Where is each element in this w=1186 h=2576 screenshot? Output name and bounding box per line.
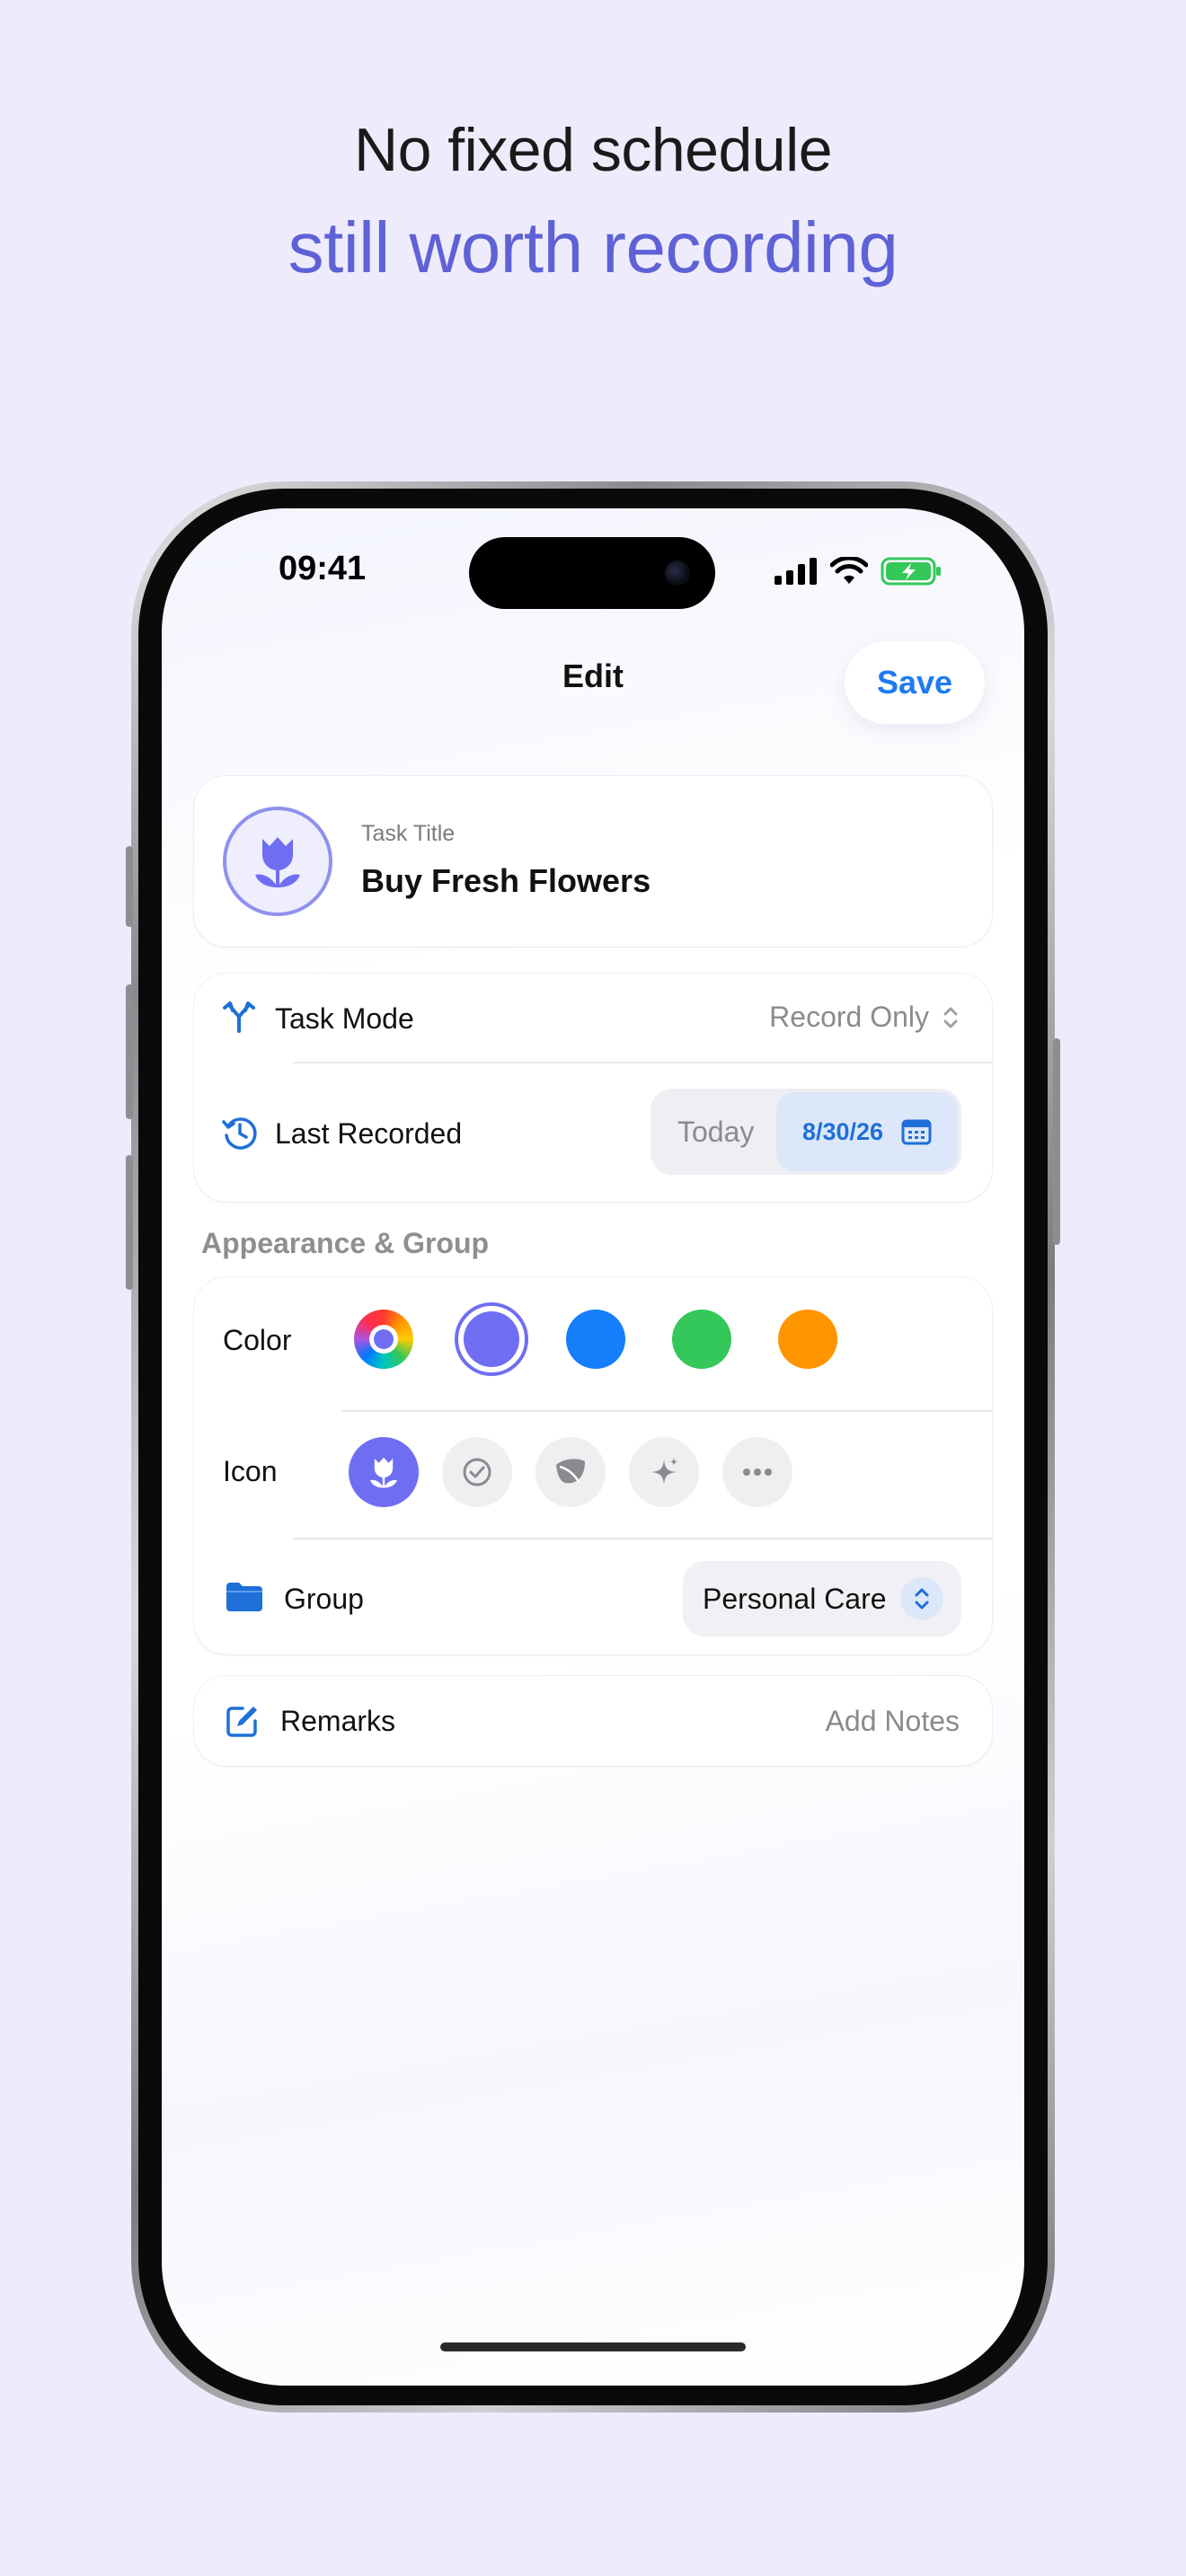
task-mode-card: Task Mode Record Only Last Recorded Toda…: [194, 974, 992, 1202]
remarks-input[interactable]: Add Notes: [826, 1705, 960, 1738]
task-title-label: Task Title: [361, 821, 456, 846]
action-button: [126, 846, 133, 927]
history-icon: [222, 1117, 257, 1150]
tulip-icon[interactable]: [349, 1437, 419, 1507]
battery-charging-icon: [881, 557, 941, 586]
section-header-appearance: Appearance & Group: [201, 1227, 490, 1259]
task-title-card[interactable]: Task Title Buy Fresh Flowers: [194, 776, 992, 947]
divider: [293, 1062, 992, 1063]
volume-down-button: [126, 1155, 133, 1290]
home-indicator: [440, 2342, 746, 2351]
save-button[interactable]: Save: [845, 641, 985, 724]
color-label: Color: [223, 1324, 292, 1356]
screen: 09:41 Edit Save Task Title Buy Fresh Flo…: [162, 508, 1024, 2386]
group-select[interactable]: Personal Care: [683, 1561, 961, 1636]
date-field[interactable]: 8/30/26: [776, 1092, 958, 1171]
group-value: Personal Care: [703, 1582, 887, 1615]
last-recorded-label: Last Recorded: [275, 1117, 463, 1150]
color-swatch-multicolor[interactable]: [354, 1310, 413, 1369]
today-button[interactable]: Today: [677, 1116, 754, 1149]
subheadline: still worth recording: [288, 207, 898, 287]
task-title-value[interactable]: Buy Fresh Flowers: [361, 862, 651, 900]
checkmark-circle-icon[interactable]: [442, 1437, 512, 1507]
remarks-card[interactable]: Remarks Add Notes: [194, 1676, 992, 1766]
group-label: Group: [284, 1583, 364, 1615]
status-icons: [774, 557, 943, 586]
date-value: 8/30/26: [801, 1117, 884, 1145]
status-time: 09:41: [279, 550, 367, 587]
remarks-label: Remarks: [280, 1705, 396, 1737]
task-mode-label: Task Mode: [275, 1002, 414, 1035]
branch-icon: [223, 1001, 255, 1033]
compose-icon: [226, 1707, 257, 1737]
divider: [293, 1538, 992, 1539]
leaf-icon[interactable]: [535, 1437, 606, 1507]
chevron-updown-icon: [943, 1007, 958, 1028]
headline: No fixed schedule: [353, 116, 833, 184]
volume-up-button: [126, 984, 133, 1119]
appearance-card: Color Icon Group Personal Care: [194, 1277, 992, 1654]
divider: [341, 1410, 992, 1412]
calendar-icon: [901, 1119, 932, 1145]
task-mode-value: Record Only: [769, 1001, 929, 1033]
wifi-icon: [830, 557, 868, 584]
folder-icon: [226, 1583, 262, 1611]
sparkles-icon[interactable]: [629, 1437, 699, 1507]
power-button: [1053, 1038, 1060, 1245]
signal-icon: [774, 558, 817, 585]
color-swatch-blue[interactable]: [566, 1310, 625, 1369]
chevron-updown-icon: [900, 1577, 943, 1620]
color-swatch-green[interactable]: [672, 1310, 731, 1369]
dynamic-island: [469, 537, 715, 609]
color-swatch-orange[interactable]: [778, 1310, 837, 1369]
icon-label: Icon: [223, 1455, 278, 1487]
phone-frame: 09:41 Edit Save Task Title Buy Fresh Flo…: [126, 481, 1060, 2413]
task-mode-select[interactable]: Record Only: [769, 1001, 960, 1034]
more-icon[interactable]: [722, 1437, 792, 1507]
color-swatch-indigo-selected[interactable]: [455, 1302, 528, 1376]
tulip-icon[interactable]: [223, 807, 332, 916]
camera-icon: [665, 560, 690, 586]
date-picker: Today 8/30/26: [651, 1089, 961, 1175]
